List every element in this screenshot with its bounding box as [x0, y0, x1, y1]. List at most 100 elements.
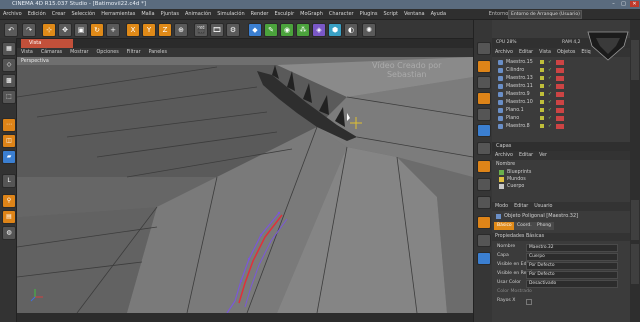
menu-mograph[interactable]: MoGraph [297, 9, 326, 19]
render-settings-icon[interactable]: ⚙ [226, 23, 240, 37]
axis-mode-icon[interactable]: L [2, 174, 16, 188]
vp-menu-camaras[interactable]: Cámaras [37, 48, 66, 57]
vp-menu-vista[interactable]: Vista [17, 48, 37, 57]
z-axis-button[interactable]: Z [158, 23, 172, 37]
palette-extrude-icon[interactable] [477, 160, 491, 173]
object-row[interactable]: Maestro.11 ✓ [492, 83, 622, 90]
usar-color-select[interactable]: Desactivado [526, 280, 618, 288]
attr-menu-editar[interactable]: Editar [511, 202, 531, 211]
palette-bridge-icon[interactable] [477, 196, 491, 209]
spline-icon[interactable]: ✎ [264, 23, 278, 37]
menu-simulacion[interactable]: Simulación [214, 9, 247, 19]
texture-mode-icon[interactable]: ▩ [2, 74, 16, 88]
close-button[interactable]: ✕ [630, 1, 639, 7]
tab-coord[interactable]: Coord. [514, 222, 535, 230]
plus-icon[interactable]: + [106, 23, 120, 37]
redo-icon[interactable]: ↷ [22, 23, 36, 37]
edges-mode-icon[interactable]: ◫ [2, 134, 16, 148]
side-tab-attributes[interactable] [631, 200, 639, 240]
menu-malla[interactable]: Malla [138, 9, 157, 19]
undo-icon[interactable]: ↶ [4, 23, 18, 37]
palette-select-icon[interactable] [477, 124, 491, 137]
move-icon[interactable]: ✥ [58, 23, 72, 37]
palette-paint-icon[interactable] [477, 252, 491, 265]
side-tab-objects[interactable] [631, 40, 639, 80]
rayos-x-checkbox[interactable] [526, 299, 532, 305]
camera-icon[interactable]: ◐ [344, 23, 358, 37]
minimize-button[interactable]: – [609, 1, 618, 7]
maximize-button[interactable]: □ [619, 1, 628, 7]
layer-row[interactable]: Blueprints [492, 169, 630, 176]
menu-script[interactable]: Script [381, 9, 402, 19]
menu-render[interactable]: Render [248, 9, 272, 19]
nombre-field[interactable]: Maestro.32 [526, 244, 618, 252]
viewport[interactable]: Perspectiva Vídeo Creado por Sebastian [17, 57, 473, 313]
cube-icon[interactable]: ◆ [248, 23, 262, 37]
object-row[interactable]: Maestro.9 ✓ [492, 91, 622, 98]
scene-icon[interactable]: ⬢ [328, 23, 342, 37]
menu-seleccion[interactable]: Selección [68, 9, 98, 19]
side-tab-layers[interactable] [631, 244, 639, 284]
points-mode-icon[interactable]: ⋯ [2, 118, 16, 132]
visible-render-select[interactable]: Por Defecto [526, 271, 618, 279]
y-axis-button[interactable]: Y [142, 23, 156, 37]
capa-field[interactable]: Cuerpo [526, 253, 618, 261]
light-icon[interactable]: ✺ [362, 23, 376, 37]
tab-basico[interactable]: Básico [494, 222, 515, 230]
tab-phong[interactable]: Phong [534, 222, 555, 230]
live-selection-icon[interactable]: ⊹ [42, 23, 56, 37]
lock-workplane-icon[interactable]: ▤ [2, 210, 16, 224]
object-row[interactable]: Maestro.10 ✓ [492, 99, 622, 106]
deformer-icon[interactable]: ◈ [312, 23, 326, 37]
layers-menu-editar[interactable]: Editar [516, 151, 536, 160]
obj-menu-vista[interactable]: Vista [536, 48, 554, 57]
vp-menu-paneles[interactable]: Paneles [145, 48, 171, 57]
palette-grid-icon[interactable] [477, 76, 491, 89]
render-view-icon[interactable]: 🎬 [194, 23, 208, 37]
coord-system-icon[interactable]: ⊕ [174, 23, 188, 37]
attr-menu-usuario[interactable]: Usuario [531, 202, 555, 211]
solo-icon[interactable]: ◍ [2, 226, 16, 240]
layer-row[interactable]: Mundos [492, 176, 630, 183]
rotate-icon[interactable]: ↻ [90, 23, 104, 37]
menu-plugins[interactable]: Plugins [357, 9, 381, 19]
make-editable-icon[interactable]: ▦ [2, 42, 16, 56]
menu-crear[interactable]: Crear [49, 9, 69, 19]
array-icon[interactable]: ⁂ [296, 23, 310, 37]
palette-move-icon[interactable] [477, 60, 491, 73]
obj-menu-archivo[interactable]: Archivo [492, 48, 516, 57]
menu-animacion[interactable]: Animación [182, 9, 214, 19]
layout-select[interactable]: Entorno de Arranque (Usuario) [508, 10, 582, 19]
obj-menu-editar[interactable]: Editar [516, 48, 536, 57]
menu-pjuntas[interactable]: Pjuntas [158, 9, 182, 19]
menu-edicion[interactable]: Edición [25, 9, 49, 19]
menu-herramientas[interactable]: Herramientas [98, 9, 138, 19]
palette-scale-icon[interactable] [477, 108, 491, 121]
scale-icon[interactable]: ▣ [74, 23, 88, 37]
object-row[interactable]: Plano.1 ✓ [492, 107, 622, 114]
palette-cube-icon[interactable] [477, 42, 491, 55]
nurbs-icon[interactable]: ◉ [280, 23, 294, 37]
object-row[interactable]: Cilindro ✓ [492, 67, 622, 74]
menu-archivo[interactable]: Archivo [0, 9, 25, 19]
object-row[interactable]: Maestro.8 ✓ [492, 123, 622, 130]
palette-bevel-icon[interactable] [477, 178, 491, 191]
render-picture-icon[interactable]: 🎞 [210, 23, 224, 37]
vp-menu-mostrar[interactable]: Mostrar [66, 48, 92, 57]
menu-ayuda[interactable]: Ayuda [428, 9, 449, 19]
palette-weld-icon[interactable] [477, 216, 491, 229]
layers-menu-archivo[interactable]: Archivo [492, 151, 516, 160]
x-axis-button[interactable]: X [126, 23, 140, 37]
tab-vista[interactable]: Vista [21, 39, 73, 48]
vp-menu-filtrar[interactable]: Filtrar [123, 48, 145, 57]
layers-menu-ver[interactable]: Ver [536, 151, 550, 160]
menu-esculpir[interactable]: Esculpir [271, 9, 297, 19]
object-row[interactable]: Plano ✓ [492, 115, 622, 122]
palette-rotate-icon[interactable] [477, 92, 491, 105]
vp-menu-opciones[interactable]: Opciones [93, 48, 123, 57]
workplane-icon[interactable]: ⬚ [2, 90, 16, 104]
polygons-mode-icon[interactable]: ▰ [2, 150, 16, 164]
menu-character[interactable]: Character [326, 9, 357, 19]
snap-icon[interactable]: ⚲ [2, 194, 16, 208]
palette-mirror-icon[interactable] [477, 234, 491, 247]
